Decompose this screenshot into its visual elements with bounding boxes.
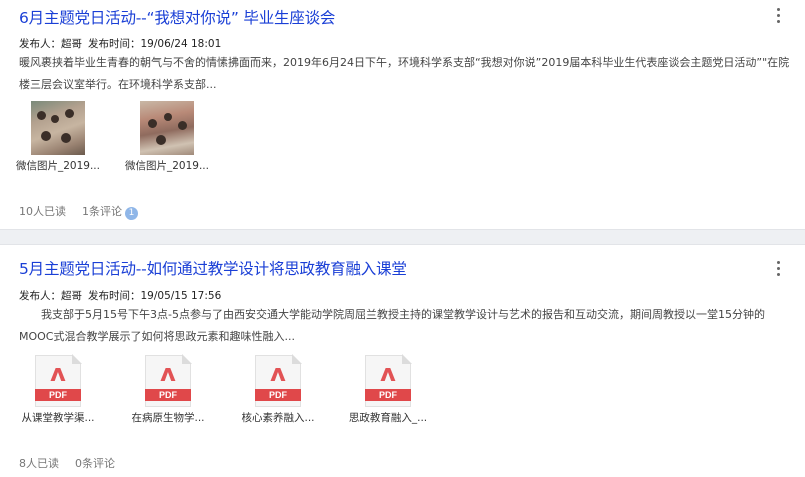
publish-time: 19/06/24 18:01: [140, 38, 222, 50]
pdf-file-icon[interactable]: ᴧ PDF: [35, 354, 82, 407]
post-meta: 发布人：超哥 发布时间：19/05/15 17:56: [19, 288, 221, 303]
attachment-pdf[interactable]: ᴧ PDF 在病原生物学...: [123, 354, 213, 425]
publish-time: 19/05/15 17:56: [140, 290, 222, 302]
comment-badge: 1: [125, 207, 138, 220]
read-count[interactable]: 10人已读: [19, 205, 66, 218]
attachment-image[interactable]: 微信图片_2019...: [13, 101, 103, 173]
pdf-file-icon[interactable]: ᴧ PDF: [365, 354, 412, 407]
attachment-caption: 微信图片_2019...: [16, 160, 100, 172]
attachment-caption: 从课堂教学渠...: [21, 412, 95, 424]
post-stats: 10人已读 1条评论 1: [19, 203, 138, 220]
more-options-icon[interactable]: [777, 8, 781, 24]
post-summary[interactable]: 暖风裹挟着毕业生青春的朝气与不舍的情愫拂面而来，2019年6月24日下午，环境科…: [19, 52, 791, 96]
attachment-caption: 微信图片_2019...: [125, 160, 209, 172]
attachment-pdf[interactable]: ᴧ PDF 核心素养融入...: [233, 354, 323, 425]
attachment-caption: 思政教育融入_...: [348, 412, 428, 424]
attachment-image[interactable]: 微信图片_2019...: [122, 101, 212, 173]
comment-count[interactable]: 1条评论: [82, 205, 122, 218]
post-title[interactable]: 6月主题党日活动--“我想对你说” 毕业生座谈会: [19, 6, 335, 28]
publisher-label: 发布人：: [19, 290, 61, 302]
post-card: 6月主题党日活动--“我想对你说” 毕业生座谈会 发布人：超哥 发布时间：19/0…: [0, 0, 805, 229]
image-thumbnail[interactable]: [31, 101, 85, 155]
pdf-label: PDF: [145, 389, 191, 401]
attachment-pdf[interactable]: ᴧ PDF 从课堂教学渠...: [13, 354, 103, 425]
publish-time-label: 发布时间：: [88, 38, 141, 50]
publisher-label: 发布人：: [19, 38, 61, 50]
publisher-name: 超哥: [61, 290, 82, 302]
publish-time-label: 发布时间：: [88, 290, 141, 302]
post-summary[interactable]: 我支部于5月15号下午3点-5点参与了由西安交通大学能动学院周屈兰教授主持的课堂…: [19, 304, 791, 348]
more-options-icon[interactable]: [777, 261, 781, 277]
image-thumbnail[interactable]: [140, 101, 194, 155]
pdf-file-icon[interactable]: ᴧ PDF: [145, 354, 192, 407]
pdf-label: PDF: [365, 389, 411, 401]
post-stats: 8人已读 0条评论: [19, 455, 115, 471]
pdf-label: PDF: [255, 389, 301, 401]
post-divider: [0, 229, 805, 245]
post-meta: 发布人：超哥 发布时间：19/06/24 18:01: [19, 36, 221, 51]
post-card: 5月主题党日活动--如何通过教学设计将思政教育融入课堂 发布人：超哥 发布时间：1…: [0, 245, 805, 477]
pdf-label: PDF: [35, 389, 81, 401]
read-count[interactable]: 8人已读: [19, 457, 59, 470]
comment-count[interactable]: 0条评论: [75, 457, 115, 470]
pdf-file-icon[interactable]: ᴧ PDF: [255, 354, 302, 407]
post-title[interactable]: 5月主题党日活动--如何通过教学设计将思政教育融入课堂: [19, 257, 407, 279]
attachment-caption: 核心素养融入...: [241, 412, 315, 424]
attachment-caption: 在病原生物学...: [131, 412, 205, 424]
attachment-pdf[interactable]: ᴧ PDF 思政教育融入_...: [343, 354, 433, 425]
publisher-name: 超哥: [61, 38, 82, 50]
